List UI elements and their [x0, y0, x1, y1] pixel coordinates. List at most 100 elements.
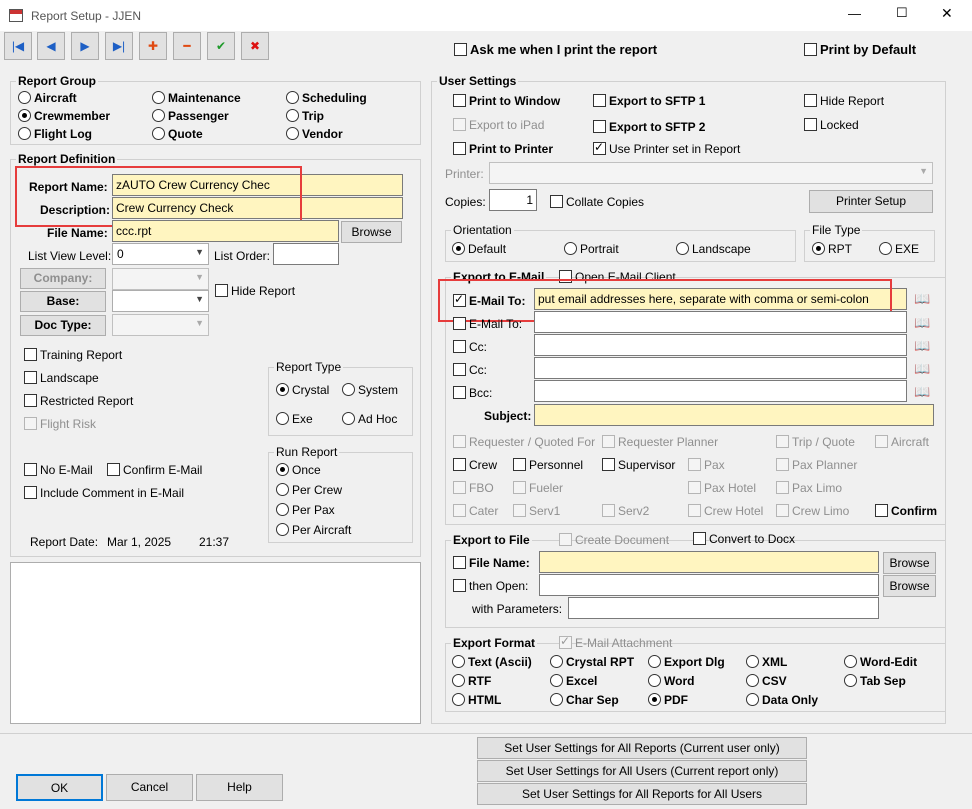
export-sftp1-checkbox[interactable]	[593, 94, 606, 107]
pax-planner-checkbox[interactable]	[776, 458, 789, 471]
email-to2-checkbox[interactable]	[453, 317, 466, 330]
fbo-checkbox[interactable]	[453, 481, 466, 494]
radio-tab-sep[interactable]	[844, 674, 857, 687]
radio-csv[interactable]	[746, 674, 759, 687]
landscape-checkbox[interactable]	[24, 371, 37, 384]
confirm-email-checkbox[interactable]	[107, 463, 120, 476]
radio-char-sep[interactable]	[550, 693, 563, 706]
cc-input[interactable]	[534, 334, 907, 356]
fueler-checkbox[interactable]	[513, 481, 526, 494]
radio-default-orientation[interactable]	[452, 242, 465, 255]
confirm-checkbox[interactable]	[875, 504, 888, 517]
us-hide-report-checkbox[interactable]	[804, 94, 817, 107]
comment-textarea[interactable]	[10, 562, 421, 724]
address-book-icon[interactable]: 📖	[914, 339, 930, 353]
add-record-button[interactable]: ✚	[139, 32, 167, 60]
address-book-icon[interactable]: 📖	[914, 362, 930, 376]
list-order-input[interactable]	[273, 243, 339, 265]
radio-word-edit[interactable]	[844, 655, 857, 668]
crew-limo-checkbox[interactable]	[776, 504, 789, 517]
cc2-input[interactable]	[534, 357, 907, 379]
radio-html[interactable]	[452, 693, 465, 706]
radio-landscape[interactable]	[676, 242, 689, 255]
cc-checkbox[interactable]	[453, 340, 466, 353]
set-all-both-button[interactable]: Set User Settings for All Reports for Al…	[477, 783, 807, 805]
print-window-checkbox[interactable]	[453, 94, 466, 107]
subject-input[interactable]	[534, 404, 934, 426]
create-doc-checkbox[interactable]	[559, 533, 572, 546]
export-ipad-checkbox[interactable]	[453, 118, 466, 131]
radio-adhoc[interactable]	[342, 412, 355, 425]
ok-button[interactable]: OK	[16, 774, 103, 801]
export-sftp2-checkbox[interactable]	[593, 120, 606, 133]
with-params-input[interactable]	[568, 597, 879, 619]
em-crew-checkbox[interactable]	[453, 458, 466, 471]
radio-crystal[interactable]	[276, 383, 289, 396]
crew-hotel-checkbox[interactable]	[688, 504, 701, 517]
radio-trip[interactable]	[286, 109, 299, 122]
email-to2-input[interactable]	[534, 311, 907, 333]
file-name-input[interactable]: ccc.rpt	[112, 220, 339, 242]
browse-file-button[interactable]: Browse	[341, 221, 402, 243]
radio-per-crew[interactable]	[276, 483, 289, 496]
radio-quote[interactable]	[152, 127, 165, 140]
radio-flight-log[interactable]	[18, 127, 31, 140]
close-window-button[interactable]: ✕	[941, 6, 953, 20]
doc-type-select[interactable]: ▼	[112, 314, 209, 336]
no-email-checkbox[interactable]	[24, 463, 37, 476]
email-attach-checkbox[interactable]: ✓	[559, 634, 572, 649]
next-record-button[interactable]: ▶	[71, 32, 99, 60]
restricted-report-checkbox[interactable]	[24, 394, 37, 407]
radio-excel[interactable]	[550, 674, 563, 687]
radio-maintenance[interactable]	[152, 91, 165, 104]
doc-type-button[interactable]: Doc Type:	[20, 315, 106, 336]
radio-system[interactable]	[342, 383, 355, 396]
radio-rpt[interactable]	[812, 242, 825, 255]
radio-exe[interactable]	[276, 412, 289, 425]
list-view-select[interactable]: 0 ▼	[112, 243, 209, 265]
convert-docx-checkbox[interactable]	[693, 532, 706, 545]
then-open-input[interactable]	[539, 574, 879, 596]
serv2-checkbox[interactable]	[602, 504, 615, 517]
minimize-button[interactable]: —	[848, 7, 861, 21]
accept-button[interactable]: ✔	[207, 32, 235, 60]
pax-hotel-checkbox[interactable]	[688, 481, 701, 494]
requester-quoted-checkbox[interactable]	[453, 435, 466, 448]
cancel-button[interactable]: Cancel	[106, 774, 193, 801]
help-button[interactable]: Help	[196, 774, 283, 801]
em-aircraft-checkbox[interactable]	[875, 435, 888, 448]
browse-open-button[interactable]: Browse	[883, 575, 936, 597]
radio-crewmember[interactable]	[18, 109, 31, 122]
set-all-reports-button[interactable]: Set User Settings for All Reports (Curre…	[477, 737, 807, 759]
personnel-checkbox[interactable]	[513, 458, 526, 471]
remove-record-button[interactable]: ━	[173, 32, 201, 60]
cater-checkbox[interactable]	[453, 504, 466, 517]
radio-pdf[interactable]	[648, 693, 661, 706]
radio-once[interactable]	[276, 463, 289, 476]
radio-word[interactable]	[648, 674, 661, 687]
first-record-button[interactable]: |◀	[4, 32, 32, 60]
locked-checkbox[interactable]	[804, 118, 817, 131]
company-select[interactable]: ▼	[112, 268, 209, 290]
bcc-checkbox[interactable]	[453, 386, 466, 399]
export-file-name-input[interactable]	[539, 551, 879, 573]
pax-checkbox[interactable]	[688, 458, 701, 471]
def-hide-report-checkbox[interactable]	[215, 284, 228, 297]
radio-per-pax[interactable]	[276, 503, 289, 516]
flight-risk-checkbox[interactable]	[24, 417, 37, 430]
printer-setup-button[interactable]: Printer Setup	[809, 190, 933, 213]
maximize-button[interactable]: ☐	[896, 6, 908, 20]
training-report-checkbox[interactable]	[24, 348, 37, 361]
company-button[interactable]: Company:	[20, 268, 106, 289]
radio-text[interactable]	[452, 655, 465, 668]
base-button[interactable]: Base:	[20, 291, 106, 312]
radio-crystal-rpt[interactable]	[550, 655, 563, 668]
then-open-checkbox[interactable]	[453, 579, 466, 592]
radio-aircraft[interactable]	[18, 91, 31, 104]
include-comment-checkbox[interactable]	[24, 486, 37, 499]
print-default-checkbox[interactable]	[804, 43, 817, 56]
bcc-input[interactable]	[534, 380, 907, 402]
radio-export-dlg[interactable]	[648, 655, 661, 668]
copies-input[interactable]: 1	[489, 189, 537, 211]
printer-select[interactable]: ▼	[489, 162, 933, 184]
